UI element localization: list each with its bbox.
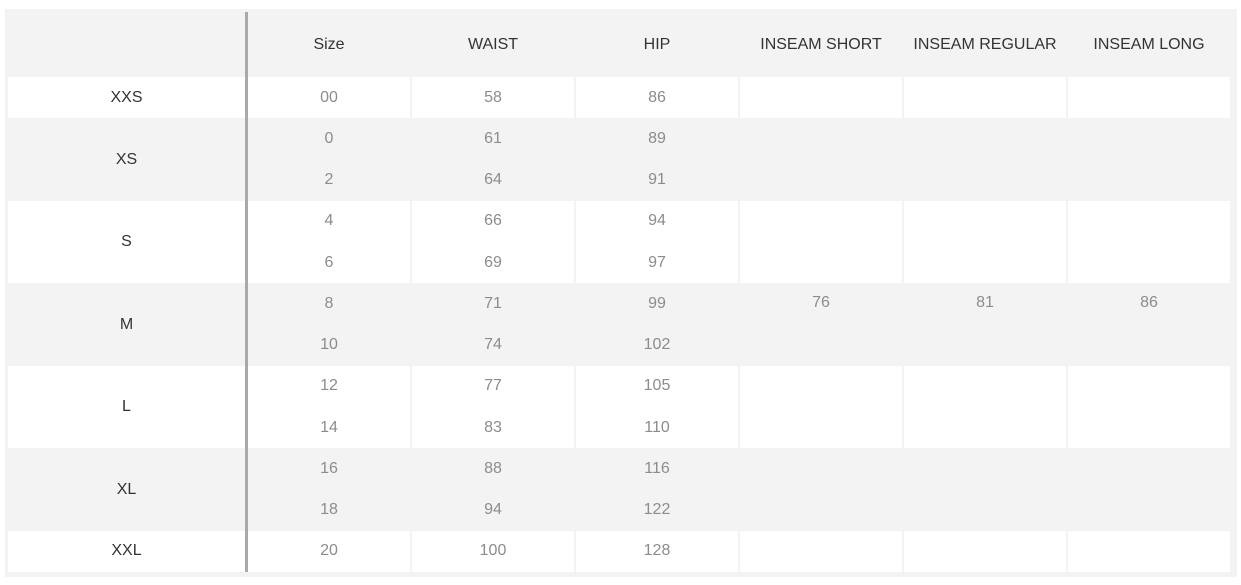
cell-inseam-long [1068, 200, 1230, 284]
cell-inseam-regular [904, 448, 1066, 531]
cell-inseam-regular [904, 200, 1066, 284]
size-label-l: L [8, 365, 248, 449]
cell-size: 4 [248, 200, 410, 242]
cell-inseam-long [1068, 530, 1230, 572]
cell-hip: 110 [576, 407, 738, 449]
cell-hip: 99 [576, 283, 738, 325]
size-chart-grid: Size WAIST HIP INSEAM SHORT INSEAM REGUL… [8, 12, 1233, 574]
cell-waist: 94 [412, 489, 574, 531]
cell-hip: 86 [576, 77, 738, 119]
cell-waist: 58 [412, 77, 574, 119]
cell-waist: 83 [412, 407, 574, 449]
cell-hip: 122 [576, 489, 738, 531]
cell-hip: 128 [576, 530, 738, 572]
cell-inseam-short [740, 77, 902, 119]
cell-inseam-short-m: 76 [740, 283, 902, 366]
cell-inseam-long [1068, 365, 1230, 449]
cell-size: 8 [248, 283, 410, 325]
cell-inseam-short [740, 118, 902, 201]
cell-inseam-regular [904, 530, 1066, 572]
cell-hip: 97 [576, 242, 738, 284]
column-header-inseam-short: INSEAM SHORT [740, 12, 902, 77]
cell-waist: 69 [412, 242, 574, 284]
cell-waist: 74 [412, 324, 574, 366]
size-chart-table: Size WAIST HIP INSEAM SHORT INSEAM REGUL… [5, 9, 1237, 577]
size-label-xl: XL [8, 448, 248, 531]
size-label-s: S [8, 200, 248, 284]
cell-inseam-long-m: 86 [1068, 283, 1230, 366]
cell-hip: 91 [576, 159, 738, 201]
column-header-hip: HIP [576, 12, 738, 77]
cell-inseam-short [740, 448, 902, 531]
cell-size: 00 [248, 77, 410, 119]
size-label-xs: XS [8, 118, 248, 201]
cell-hip: 105 [576, 365, 738, 407]
cell-waist: 71 [412, 283, 574, 325]
cell-size: 18 [248, 489, 410, 531]
cell-size: 20 [248, 530, 410, 572]
cell-inseam-short [740, 200, 902, 284]
cell-waist: 64 [412, 159, 574, 201]
cell-size: 10 [248, 324, 410, 366]
cell-size: 16 [248, 448, 410, 490]
column-header-inseam-regular: INSEAM REGULAR [904, 12, 1066, 77]
cell-hip: 102 [576, 324, 738, 366]
cell-waist: 66 [412, 200, 574, 242]
size-label-xxl: XXL [8, 530, 248, 572]
cell-inseam-regular [904, 118, 1066, 201]
cell-size: 12 [248, 365, 410, 407]
cell-inseam-regular-m: 81 [904, 283, 1066, 366]
corner-header-cell [8, 12, 248, 77]
size-label-xxs: XXS [8, 77, 248, 119]
cell-hip: 89 [576, 118, 738, 160]
cell-hip: 94 [576, 200, 738, 242]
cell-size: 14 [248, 407, 410, 449]
cell-waist: 61 [412, 118, 574, 160]
cell-inseam-short [740, 365, 902, 449]
cell-inseam-long [1068, 77, 1230, 119]
cell-size: 2 [248, 159, 410, 201]
cell-hip: 116 [576, 448, 738, 490]
cell-inseam-long [1068, 448, 1230, 531]
cell-size: 6 [248, 242, 410, 284]
cell-waist: 77 [412, 365, 574, 407]
cell-inseam-short [740, 530, 902, 572]
size-label-m: M [8, 283, 248, 366]
cell-size: 0 [248, 118, 410, 160]
column-header-size: Size [248, 12, 410, 77]
cell-waist: 100 [412, 530, 574, 572]
cell-inseam-regular [904, 365, 1066, 449]
column-header-waist: WAIST [412, 12, 574, 77]
cell-inseam-regular [904, 77, 1066, 119]
column-header-inseam-long: INSEAM LONG [1068, 12, 1230, 77]
cell-waist: 88 [412, 448, 574, 490]
cell-inseam-long [1068, 118, 1230, 201]
